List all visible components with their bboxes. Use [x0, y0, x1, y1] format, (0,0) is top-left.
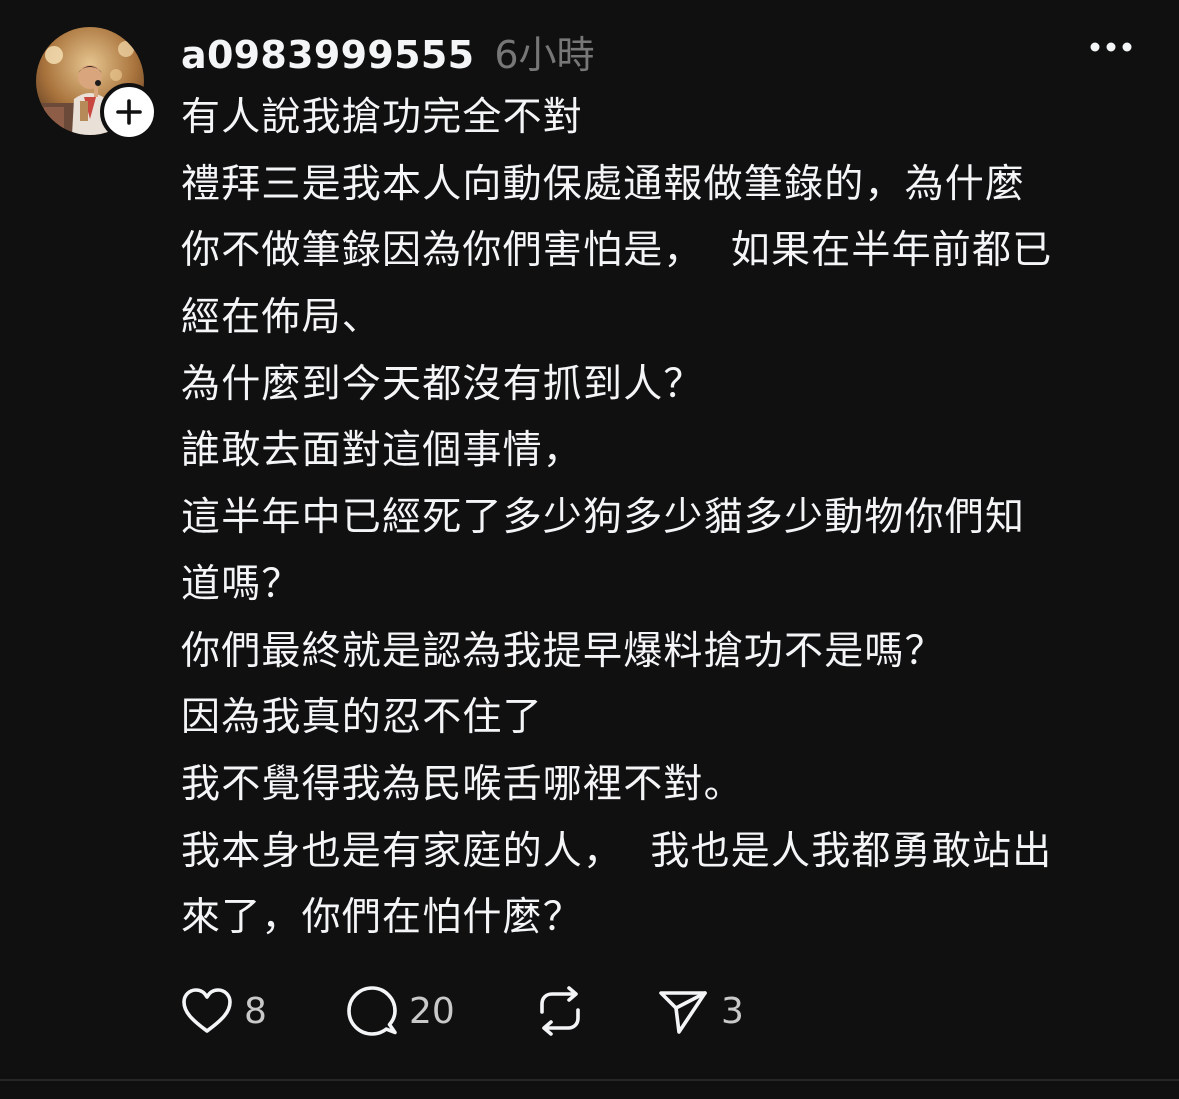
- post-text-line: 因為我真的忍不住了: [181, 695, 543, 741]
- thread-post: a0983999555 6小時 有人說我搶功完全不對 禮拜三是我本人向動保處通報…: [0, 0, 1179, 1079]
- speech-bubble-icon: [347, 986, 397, 1036]
- repost-icon: [540, 986, 580, 1036]
- repost-button[interactable]: [533, 984, 657, 1038]
- post-text-line: 這半年中已經死了多少狗多少貓多少動物你們知: [181, 495, 1026, 541]
- plus-icon: [116, 99, 142, 125]
- post-text-line: 道嗎？: [181, 561, 302, 607]
- next-post-edge: [0, 1081, 1179, 1099]
- post-text-line: 我不覺得我為民喉舌哪裡不對。: [181, 761, 744, 807]
- post-actions: 8 20 3: [180, 983, 744, 1039]
- like-count: 8: [244, 990, 267, 1032]
- post-text-line: 我本身也是有家庭的人， 我也是人我都勇敢站出: [181, 828, 1053, 874]
- post-body: 有人說我搶功完全不對 禮拜三是我本人向動保處通報做筆錄的，為什麼 你不做筆錄因為…: [181, 85, 1156, 952]
- post-timestamp: 6小時: [494, 33, 595, 77]
- more-options-button[interactable]: [1084, 30, 1138, 64]
- post-header: a0983999555 6小時: [181, 24, 595, 77]
- share-count: 3: [721, 990, 744, 1032]
- like-button[interactable]: 8: [180, 986, 345, 1036]
- post-text-line: 誰敢去面對這個事情，: [181, 428, 584, 474]
- reply-button[interactable]: 20: [345, 984, 533, 1038]
- post-text-line: 經在佈局、: [181, 295, 383, 341]
- post-text-line: 你們最終就是認為我提早爆料搶功不是嗎？: [181, 628, 945, 674]
- follow-button[interactable]: [100, 83, 158, 141]
- post-text-line: 禮拜三是我本人向動保處通報做筆錄的，為什麼: [181, 161, 1026, 207]
- heart-icon: [182, 988, 232, 1033]
- share-button[interactable]: 3: [657, 984, 744, 1038]
- reply-count: 20: [409, 990, 455, 1032]
- post-text-line: 你不做筆錄因為你們害怕是， 如果在半年前都已: [181, 228, 1053, 274]
- avatar-container[interactable]: [36, 27, 158, 141]
- send-icon: [659, 991, 707, 1034]
- post-text-line: 有人說我搶功完全不對: [181, 95, 584, 140]
- username[interactable]: a0983999555: [181, 33, 474, 77]
- post-text-line: 來了，你們在怕什麼？: [181, 895, 584, 941]
- more-horizontal-icon: [1090, 42, 1132, 52]
- post-text-line: 為什麼到今天都沒有抓到人？: [181, 361, 704, 407]
